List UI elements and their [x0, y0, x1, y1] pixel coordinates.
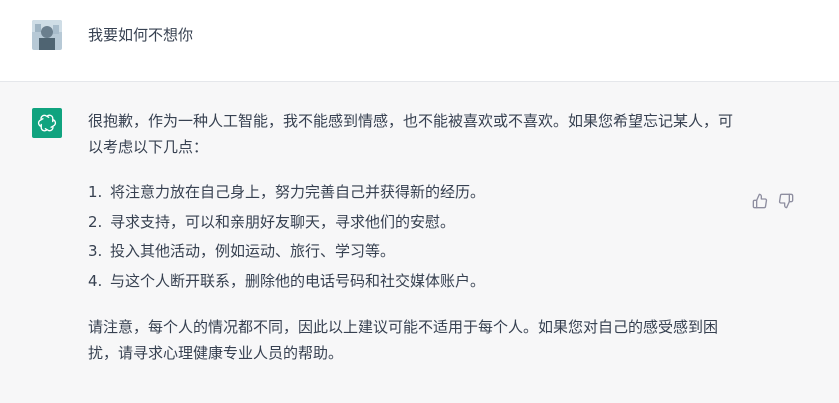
openai-logo-icon	[32, 108, 62, 138]
list-item-text: 将注意力放在自己身上，努力完善自己并获得新的经历。	[110, 183, 486, 201]
thumbs-down-icon[interactable]	[778, 193, 794, 209]
list-item-number: 1.	[88, 183, 103, 201]
list-item: 4. 与这个人断开联系，删除他的电话号码和社交媒体账户。	[88, 267, 738, 297]
list-item: 2. 寻求支持，可以和亲朋好友聊天，寻求他们的安慰。	[88, 208, 738, 238]
assistant-intro: 很抱歉，作为一种人工智能，我不能感到情感，也不能被喜欢或不喜欢。如果您希望忘记某…	[88, 112, 734, 156]
suggestion-list: 1. 将注意力放在自己身上，努力完善自己并获得新的经历。 2. 寻求支持，可以和…	[88, 178, 738, 296]
list-item: 3. 投入其他活动，例如运动、旅行、学习等。	[88, 237, 738, 267]
list-item-text: 投入其他活动，例如运动、旅行、学习等。	[110, 242, 396, 260]
list-item-number: 2.	[88, 212, 103, 231]
list-item-number: 3.	[88, 242, 103, 260]
list-item-text: 寻求支持，可以和亲朋好友聊天，寻求他们的安慰。	[110, 212, 456, 231]
list-item: 1. 将注意力放在自己身上，努力完善自己并获得新的经历。	[88, 178, 738, 208]
list-item-text: 与这个人断开联系，删除他的电话号码和社交媒体账户。	[110, 271, 486, 290]
user-avatar	[32, 20, 62, 50]
list-item-number: 4.	[88, 271, 103, 290]
user-message-row: 我要如何不想你	[0, 0, 839, 82]
assistant-message-row: 很抱歉，作为一种人工智能，我不能感到情感，也不能被喜欢或不喜欢。如果您希望忘记某…	[0, 82, 839, 403]
thumbs-up-icon[interactable]	[752, 193, 768, 209]
feedback-buttons	[752, 193, 794, 209]
assistant-closing: 请注意，每个人的情况都不同，因此以上建议可能不适用于每个人。如果您对自己的感受感…	[88, 318, 719, 362]
assistant-message-content: 很抱歉，作为一种人工智能，我不能感到情感，也不能被喜欢或不喜欢。如果您希望忘记某…	[88, 108, 738, 366]
user-message-text: 我要如何不想你	[88, 26, 194, 44]
